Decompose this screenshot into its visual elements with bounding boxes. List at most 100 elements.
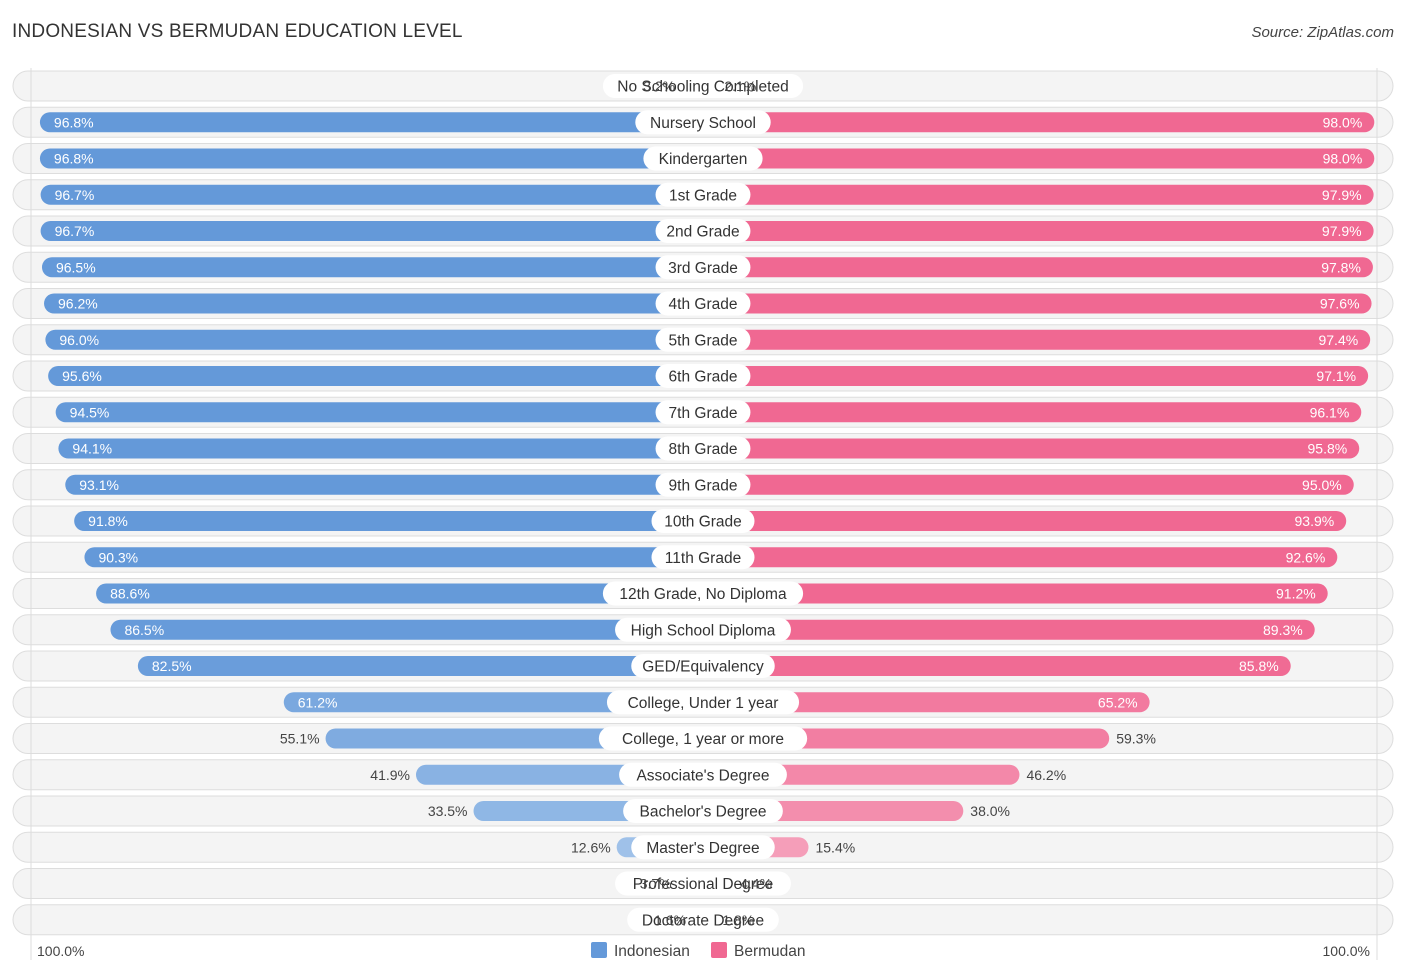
chart-row: Nursery School 96.8% 98.0% — [12, 106, 1394, 138]
value-label-indonesian: 41.9% — [370, 767, 410, 783]
bar-indonesian[interactable] — [44, 293, 703, 314]
bar-bermudan[interactable] — [703, 329, 1371, 350]
value-label-indonesian: 94.1% — [72, 441, 112, 457]
value-label-indonesian: 82.5% — [152, 658, 192, 674]
value-label-bermudan: 1.8% — [722, 912, 754, 928]
chart-canvas: No Schooling Completed3.2% 2.1%Nursery Sc… — [12, 68, 1394, 960]
chart-row: 7th Grade 94.5% 96.1% — [12, 396, 1394, 428]
chart-row: College, Under 1 year 61.2% 65.2% — [12, 686, 1394, 718]
value-label-indonesian: 1.6% — [654, 912, 686, 928]
value-label-bermudan: 65.2% — [1098, 694, 1138, 710]
value-label-indonesian: 91.8% — [88, 513, 128, 529]
bar-indonesian[interactable] — [84, 547, 703, 568]
category-label: 9th Grade — [669, 477, 738, 494]
bar-bermudan[interactable] — [703, 112, 1375, 133]
chart-row: No Schooling Completed3.2% 2.1% — [12, 70, 1394, 102]
chart-row: High School Diploma 86.5% 89.3% — [12, 614, 1394, 646]
bar-bermudan[interactable] — [703, 511, 1347, 531]
bar-bermudan[interactable] — [703, 148, 1375, 169]
value-label-bermudan: 46.2% — [1026, 767, 1066, 783]
value-label-indonesian: 12.6% — [571, 839, 611, 855]
value-label-bermudan: 97.9% — [1322, 187, 1362, 203]
category-label: 12th Grade, No Diploma — [619, 586, 787, 603]
bar-indonesian[interactable] — [41, 257, 704, 278]
bar-bermudan[interactable] — [703, 184, 1374, 205]
value-label-bermudan: 59.3% — [1116, 731, 1156, 747]
value-label-indonesian: 86.5% — [124, 622, 164, 638]
chart-row: 12th Grade, No Diploma 88.6% 91.2% — [12, 578, 1394, 609]
value-label-bermudan: 4.4% — [740, 876, 772, 892]
value-label-indonesian: 96.5% — [56, 259, 96, 275]
bar-bermudan[interactable] — [703, 547, 1338, 568]
bar-indonesian[interactable] — [45, 329, 703, 350]
bar-bermudan[interactable] — [703, 619, 1315, 640]
bar-indonesian[interactable] — [39, 148, 704, 169]
value-label-indonesian: 33.5% — [428, 803, 468, 819]
chart-row: Associate's Degree 41.9% 46.2% — [12, 759, 1394, 791]
category-label: 2nd Grade — [666, 224, 739, 241]
category-label: College, 1 year or more — [622, 731, 784, 748]
chart-row: 1st Grade 96.7% 97.9% — [12, 179, 1394, 211]
bar-bermudan[interactable] — [703, 474, 1354, 495]
bar-indonesian[interactable] — [137, 656, 703, 676]
bar-indonesian[interactable] — [110, 619, 704, 640]
bar-indonesian[interactable] — [74, 511, 704, 531]
category-label: High School Diploma — [631, 622, 776, 639]
value-label-indonesian: 93.1% — [79, 477, 119, 493]
value-label-indonesian: 96.7% — [55, 187, 95, 203]
legend-label-bermudan: Bermudan — [734, 943, 806, 960]
bar-bermudan[interactable] — [703, 656, 1291, 676]
value-label-bermudan: 92.6% — [1286, 549, 1326, 565]
value-label-bermudan: 97.6% — [1320, 296, 1360, 312]
value-label-bermudan: 89.3% — [1263, 622, 1303, 638]
value-label-indonesian: 3.2% — [643, 78, 675, 94]
value-label-bermudan: 91.2% — [1276, 586, 1316, 602]
category-label: 5th Grade — [669, 332, 738, 349]
category-label: Associate's Degree — [636, 767, 769, 784]
legend-item-bermudan[interactable]: Bermudan — [711, 942, 806, 960]
bar-bermudan[interactable] — [703, 257, 1373, 278]
value-label-indonesian: 96.8% — [54, 114, 94, 130]
value-label-bermudan: 93.9% — [1295, 513, 1335, 529]
category-label: Nursery School — [650, 115, 756, 132]
bar-indonesian[interactable] — [55, 402, 704, 423]
legend-item-indonesian[interactable]: Indonesian — [591, 942, 690, 960]
value-label-bermudan: 2.1% — [724, 78, 756, 94]
chart-row: 11th Grade 90.3% 92.6% — [12, 541, 1394, 573]
chart-row: Doctorate Degree1.6% 1.8% — [12, 904, 1394, 936]
value-label-indonesian: 55.1% — [280, 731, 320, 747]
value-label-bermudan: 95.8% — [1308, 441, 1348, 457]
value-label-indonesian: 96.0% — [59, 332, 99, 348]
bar-indonesian[interactable] — [48, 366, 703, 386]
value-label-bermudan: 85.8% — [1239, 658, 1279, 674]
value-label-bermudan: 97.1% — [1316, 368, 1356, 384]
bar-indonesian[interactable] — [40, 184, 704, 205]
value-label-indonesian: 94.5% — [70, 404, 110, 420]
axis-left-label: 100.0% — [37, 943, 84, 959]
value-label-bermudan: 97.8% — [1321, 259, 1361, 275]
value-label-bermudan: 38.0% — [970, 803, 1010, 819]
bar-indonesian[interactable] — [39, 112, 704, 133]
chart-row: Professional Degree3.7% 4.4% — [12, 868, 1394, 899]
category-label: GED/Equivalency — [642, 659, 764, 676]
category-label: 7th Grade — [669, 405, 738, 422]
chart-row: 9th Grade 93.1% 95.0% — [12, 469, 1394, 501]
value-label-indonesian: 95.6% — [62, 368, 102, 384]
bar-indonesian[interactable] — [65, 474, 703, 495]
axis-right-label: 100.0% — [1323, 943, 1370, 959]
bar-bermudan[interactable] — [703, 221, 1374, 241]
bar-indonesian[interactable] — [58, 438, 704, 459]
value-label-bermudan: 97.4% — [1318, 332, 1358, 348]
bar-bermudan[interactable] — [703, 293, 1372, 314]
category-label: College, Under 1 year — [628, 695, 779, 712]
value-label-bermudan: 97.9% — [1322, 223, 1362, 239]
category-label: 10th Grade — [664, 514, 742, 531]
category-label: Kindergarten — [659, 151, 748, 168]
bar-bermudan[interactable] — [703, 402, 1362, 423]
bar-bermudan[interactable] — [703, 438, 1360, 459]
bar-bermudan[interactable] — [703, 366, 1369, 386]
bar-indonesian[interactable] — [40, 221, 704, 241]
legend-label-indonesian: Indonesian — [614, 943, 690, 960]
chart-row: 5th Grade 96.0% 97.4% — [12, 324, 1394, 356]
chart-row: College, 1 year or more 55.1% 59.3% — [12, 723, 1394, 754]
